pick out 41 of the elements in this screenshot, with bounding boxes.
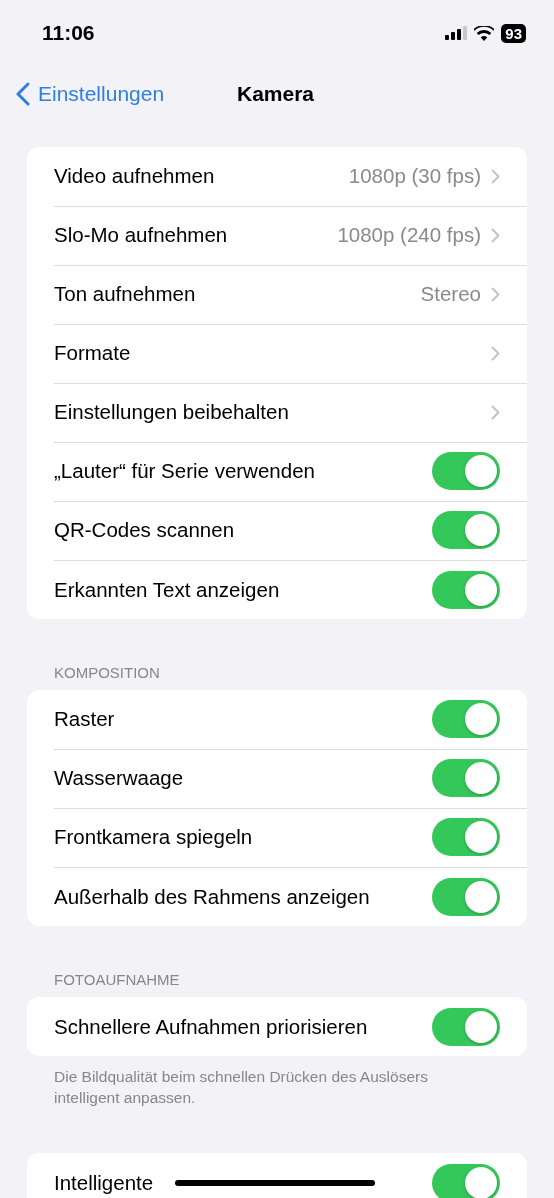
setting-label: Schnellere Aufnahmen priorisieren <box>54 1014 368 1039</box>
section-footer: Die Bildqualität beim schnellen Drücken des Auslösers intelligent anpassen. <box>27 1056 527 1108</box>
setting-label: Außerhalb des Rahmens anzeigen <box>54 884 370 909</box>
back-button[interactable]: Einstellungen <box>16 82 165 106</box>
section-header: FOTOAUFNAHME <box>53 971 181 990</box>
toggle-switch[interactable] <box>432 1007 500 1046</box>
battery-level: 93 <box>501 23 526 43</box>
toggle-switch[interactable] <box>432 759 500 797</box>
setting-label[interactable]: Formate <box>54 341 131 365</box>
page-title: Kamera <box>237 82 315 106</box>
setting-label[interactable]: Einstellungen beibehalten <box>54 400 289 424</box>
toggle-switch[interactable] <box>432 1163 500 1198</box>
setting-label: QR-Codes scannen <box>54 518 235 542</box>
setting-label[interactable]: Video aufnehmen <box>54 164 215 188</box>
signal-icon <box>445 26 468 40</box>
chevron-icon <box>491 345 500 361</box>
setting-label: Raster <box>54 707 115 731</box>
setting-label: Frontkamera spiegeln <box>54 825 253 849</box>
chevron-icon <box>491 227 500 243</box>
wifi-icon <box>474 25 495 41</box>
toggle-switch[interactable] <box>432 511 500 549</box>
toggle-switch[interactable] <box>432 877 500 916</box>
section-header: KOMPOSITION <box>53 664 161 683</box>
chevron-icon <box>491 404 500 420</box>
setting-label: Intelligente <box>54 1170 154 1195</box>
chevron-icon <box>491 286 500 302</box>
setting-label: Wasserwaage <box>54 766 184 790</box>
row-value: 1080p (240 fps) <box>337 223 481 247</box>
setting-label[interactable]: Slo-Mo aufnehmen <box>54 223 228 247</box>
setting-label: „Lauter“ für Serie verwenden <box>54 459 315 483</box>
row-value: Stereo <box>420 282 481 306</box>
chevron-icon <box>491 168 500 184</box>
toggle-switch[interactable] <box>432 570 500 609</box>
toggle-switch[interactable] <box>432 452 500 490</box>
clock: 11:06 <box>42 21 95 45</box>
toggle-switch[interactable] <box>432 700 500 738</box>
back-chevron-icon <box>16 82 30 106</box>
setting-label[interactable]: Ton aufnehmen <box>54 282 196 306</box>
toggle-switch[interactable] <box>432 818 500 856</box>
setting-label: Erkannten Text anzeigen <box>54 577 280 602</box>
row-value: 1080p (30 fps) <box>348 164 481 188</box>
